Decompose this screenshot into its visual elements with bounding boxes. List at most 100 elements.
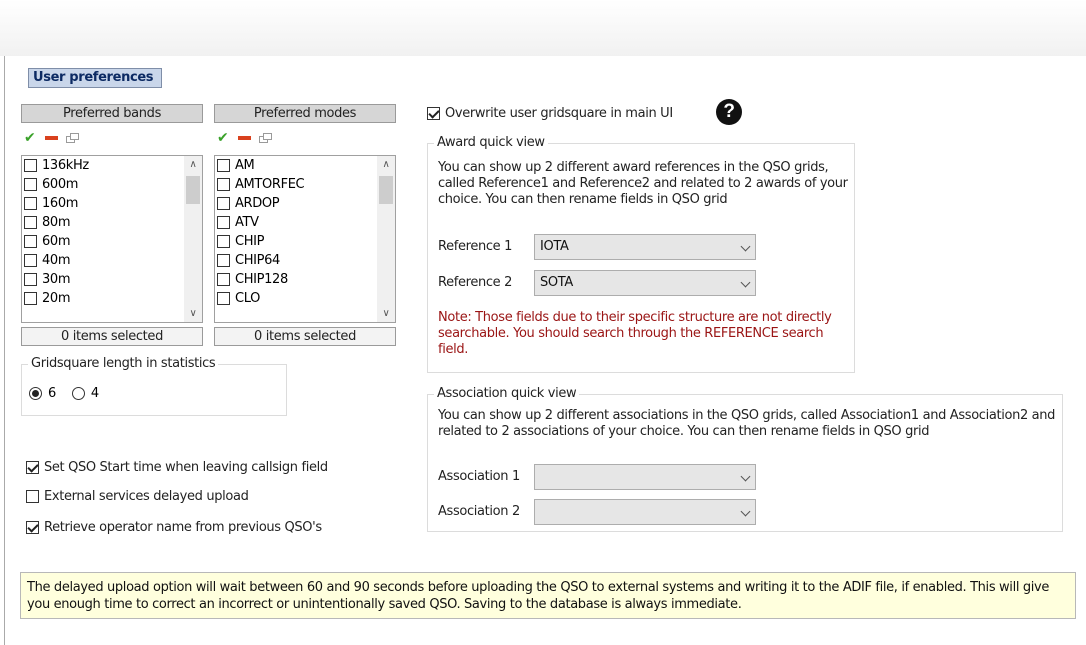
checkbox[interactable] [24, 235, 37, 248]
checkbox[interactable] [24, 197, 37, 210]
info-text: The delayed upload option will wait betw… [27, 579, 1050, 612]
association1-label: Association 1 [438, 469, 520, 484]
list-item-label: 20m [42, 291, 71, 306]
check-all-icon[interactable]: ✔ [217, 130, 233, 146]
qso-start-option[interactable]: Set QSO Start time when leaving callsign… [26, 457, 328, 477]
windows-icon[interactable] [66, 132, 80, 144]
list-item[interactable]: 60m [22, 232, 202, 251]
checkbox[interactable] [217, 235, 230, 248]
modes-scrollbar[interactable]: ∧ ∨ [377, 156, 395, 322]
modes-header: Preferred modes [214, 104, 396, 123]
checkbox[interactable] [24, 292, 37, 305]
scroll-down-icon[interactable]: ∨ [184, 305, 202, 322]
chevron-down-icon [740, 241, 751, 252]
checkbox[interactable] [217, 254, 230, 267]
bands-toolbar: ✔ [24, 129, 80, 147]
checkbox[interactable] [217, 292, 230, 305]
radio-4[interactable] [71, 387, 85, 400]
list-item-label: CHIP64 [235, 253, 280, 268]
checkbox[interactable] [217, 273, 230, 286]
qso-start-label: Set QSO Start time when leaving callsign… [44, 459, 328, 475]
list-item-label: AMTORFEC [235, 177, 305, 192]
association-legend: Association quick view [434, 386, 580, 402]
list-item-label: CHIP [235, 234, 265, 249]
overwrite-grid-option[interactable]: Overwrite user gridsquare in main UI [427, 103, 673, 123]
bands-selected-count: 0 items selected [21, 327, 203, 346]
list-item[interactable]: 136kHz [22, 156, 202, 175]
checkbox[interactable] [24, 178, 37, 191]
list-item-label: ARDOP [235, 196, 280, 211]
modes-listbox[interactable]: AM AMTORFEC ARDOP ATV CHIP CHIP64 CHIP12… [214, 155, 396, 323]
list-item[interactable]: 160m [22, 194, 202, 213]
checkbox[interactable] [24, 159, 37, 172]
uncheck-all-icon[interactable] [45, 136, 58, 140]
overwrite-grid-checkbox[interactable] [427, 106, 440, 120]
association2-label: Association 2 [438, 504, 520, 519]
list-item[interactable]: 80m [22, 213, 202, 232]
bands-listbox[interactable]: 136kHz 600m 160m 80m 60m 40m 30m 20m ∧ ∨ [21, 155, 203, 323]
award-legend: Award quick view [434, 135, 548, 151]
checkbox[interactable] [217, 197, 230, 210]
association-description: You can show up 2 different associations… [438, 408, 1056, 439]
list-item[interactable]: 40m [22, 251, 202, 270]
scroll-up-icon[interactable]: ∧ [377, 156, 395, 173]
association2-select[interactable] [534, 499, 756, 525]
check-all-icon[interactable]: ✔ [24, 130, 40, 146]
scroll-thumb[interactable] [186, 176, 200, 204]
list-item-label: 600m [42, 177, 79, 192]
association1-select[interactable] [534, 464, 756, 490]
reference2-label: Reference 2 [438, 275, 513, 290]
retrieve-name-checkbox[interactable] [26, 520, 39, 534]
scroll-down-icon[interactable]: ∨ [377, 305, 395, 322]
list-item[interactable]: AM [215, 156, 395, 175]
checkbox[interactable] [217, 216, 230, 229]
retrieve-name-option[interactable]: Retrieve operator name from previous QSO… [26, 517, 322, 537]
list-item[interactable]: ARDOP [215, 194, 395, 213]
windows-icon[interactable] [259, 132, 273, 144]
award-note: Note: Those fields due to their specific… [438, 310, 832, 357]
chevron-down-icon [740, 506, 751, 517]
list-item[interactable]: AMTORFEC [215, 175, 395, 194]
radio-6[interactable] [29, 387, 42, 400]
bands-header: Preferred bands [21, 104, 203, 123]
delayed-upload-checkbox[interactable] [26, 489, 39, 503]
scroll-up-icon[interactable]: ∧ [184, 156, 202, 173]
list-item[interactable]: CHIP128 [215, 270, 395, 289]
reference2-select[interactable]: SOTA [534, 270, 756, 296]
checkbox[interactable] [24, 254, 37, 267]
bands-scrollbar[interactable]: ∧ ∨ [184, 156, 202, 322]
list-item-label: 136kHz [42, 158, 89, 173]
modes-toolbar: ✔ [217, 129, 273, 147]
list-item[interactable]: 20m [22, 289, 202, 308]
list-item[interactable]: ATV [215, 213, 395, 232]
reference1-select[interactable]: IOTA [534, 234, 756, 260]
list-item-label: 80m [42, 215, 71, 230]
list-item-label: AM [235, 158, 255, 173]
list-item[interactable]: CLO [215, 289, 395, 308]
checkbox[interactable] [217, 178, 230, 191]
reference1-value: IOTA [540, 239, 569, 254]
radio-6-label: 6 [48, 386, 56, 401]
list-item-label: CHIP128 [235, 272, 288, 287]
list-item[interactable]: CHIP [215, 232, 395, 251]
list-item[interactable]: CHIP64 [215, 251, 395, 270]
scroll-thumb[interactable] [379, 176, 393, 204]
list-item[interactable]: 600m [22, 175, 202, 194]
section-title: User preferences [28, 68, 162, 88]
retrieve-name-label: Retrieve operator name from previous QSO… [44, 519, 322, 535]
uncheck-all-icon[interactable] [238, 136, 251, 140]
list-item-label: 60m [42, 234, 71, 249]
reference2-value: SOTA [540, 275, 573, 290]
chevron-down-icon [740, 471, 751, 482]
checkbox[interactable] [217, 159, 230, 172]
list-item[interactable]: 30m [22, 270, 202, 289]
checkbox[interactable] [24, 273, 37, 286]
delayed-upload-option[interactable]: External services delayed upload [26, 486, 249, 506]
gridsquare-group: Gridsquare length in statistics 6 4 [21, 356, 287, 416]
help-icon[interactable]: ? [716, 99, 742, 125]
checkbox[interactable] [24, 216, 37, 229]
qso-start-checkbox[interactable] [26, 460, 39, 474]
gridsquare-options: 6 4 [29, 386, 99, 401]
list-item-label: CLO [235, 291, 261, 306]
list-item-label: 160m [42, 196, 79, 211]
